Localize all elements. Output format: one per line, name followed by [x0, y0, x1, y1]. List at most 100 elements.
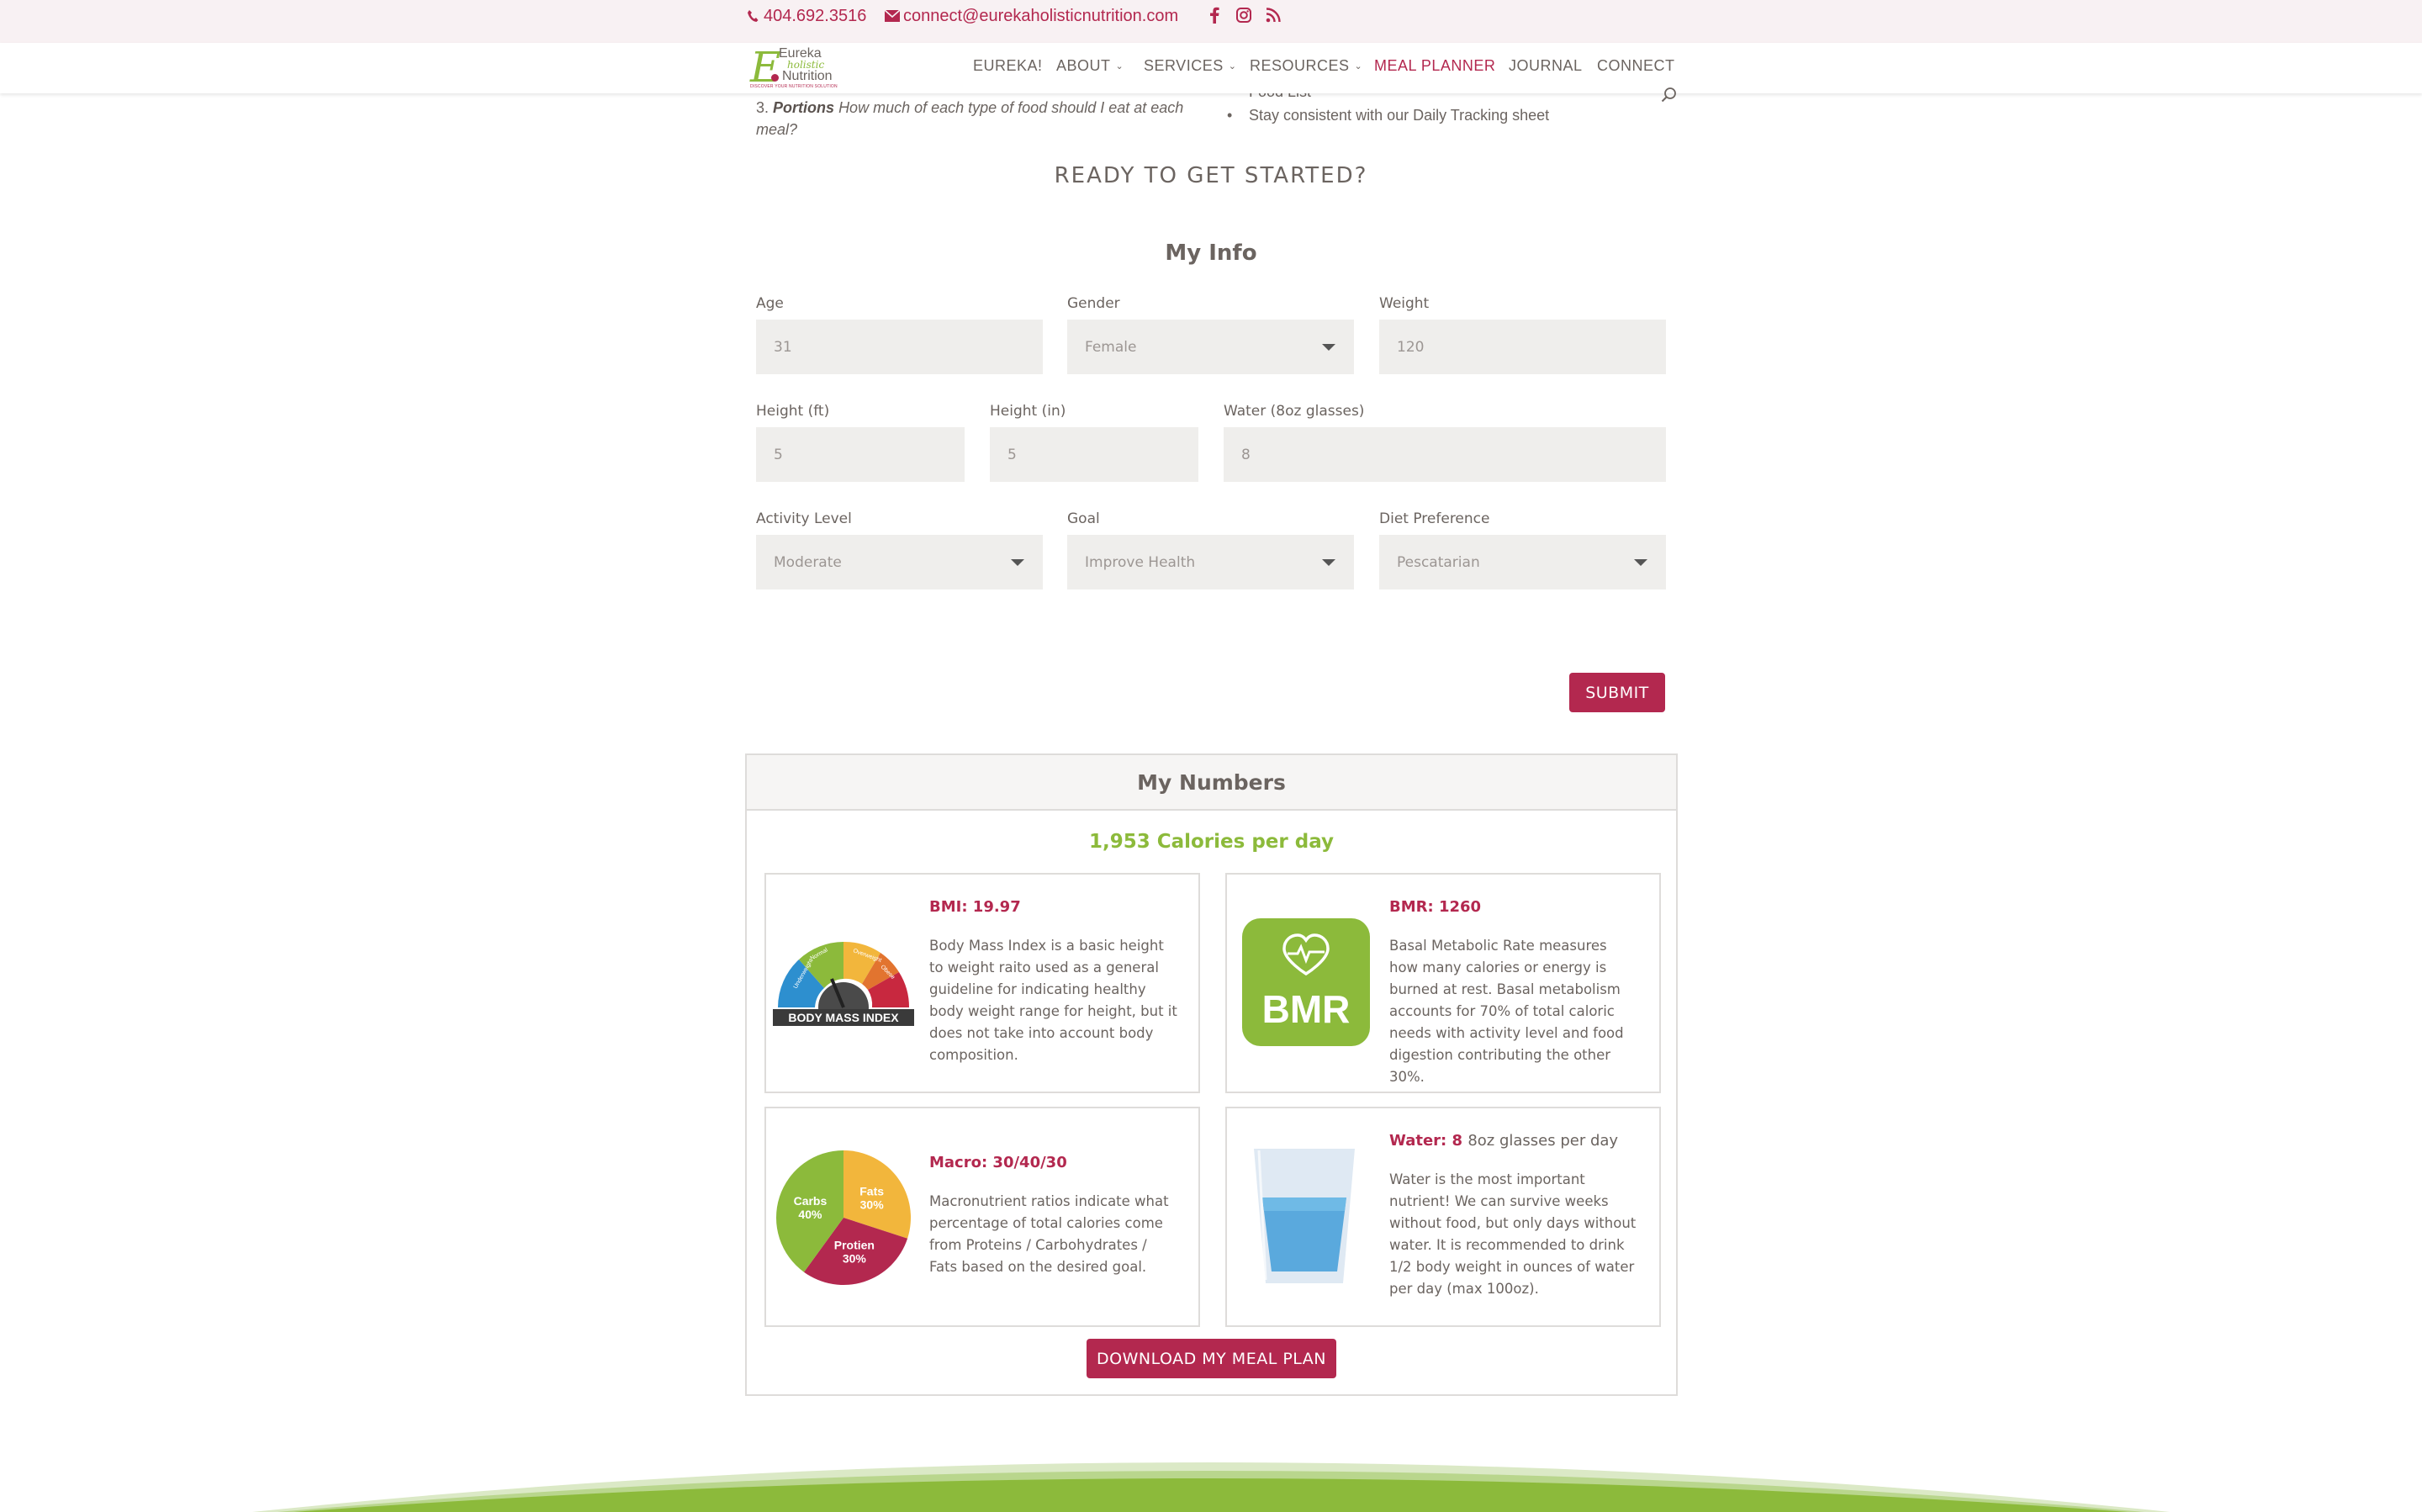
nav-label: EUREKA! — [973, 56, 1043, 74]
envelope-icon — [885, 8, 900, 24]
bmr-card: BMR BMR: 1260 Basal Metabolic Rate measu… — [1225, 873, 1661, 1093]
my-info-title: My Info — [1165, 241, 1257, 266]
download-meal-plan-button[interactable]: DOWNLOAD MY MEAL PLAN — [1087, 1339, 1336, 1378]
pie-label-carbs: Carbs — [794, 1194, 828, 1208]
nav-label: CONNECT — [1597, 56, 1675, 74]
bmi-gauge-image: Underweight Normal Overweight Obese BODY… — [773, 935, 914, 1033]
weight-value: 120 — [1397, 338, 1425, 356]
goal-value: Improve Health — [1085, 553, 1196, 571]
gender-label: Gender — [1067, 295, 1120, 312]
caret-down-icon — [1634, 559, 1647, 566]
my-numbers-title: My Numbers — [747, 755, 1676, 811]
water-glass-icon — [1251, 1145, 1358, 1287]
age-label: Age — [756, 295, 784, 312]
nav-journal[interactable]: JOURNAL — [1509, 56, 1583, 76]
bmr-title: BMR: 1260 — [1389, 898, 1482, 916]
bullet-dot: • — [1227, 107, 1233, 124]
height-ft-value: 5 — [774, 446, 783, 463]
bmi-text: Body Mass Index is a basic height to wei… — [929, 938, 1177, 1063]
bmr-icon: BMR — [1242, 918, 1370, 1046]
height-in-label: Height (in) — [990, 403, 1066, 420]
rss-icon[interactable] — [1265, 7, 1282, 24]
site-header: E Eureka holistic Nutrition DISCOVER YOU… — [0, 43, 2422, 93]
height-ft-label: Height (ft) — [756, 403, 830, 420]
facebook-icon[interactable] — [1206, 7, 1223, 24]
macro-pie-chart: Fats 30% Protien 30% Carbs 40% — [773, 1147, 914, 1288]
water-text: Water is the most important nutrient! We… — [1389, 1171, 1637, 1297]
email-link[interactable]: connect@eurekaholisticnutrition.com — [885, 7, 1178, 25]
nav-label: ABOUT — [1056, 56, 1111, 74]
logo-dot — [771, 74, 779, 82]
calories-per-day: 1,953 Calories per day — [1088, 831, 1335, 853]
caret-down-icon — [1322, 344, 1335, 351]
bmr-icon-text: BMR — [1262, 987, 1351, 1031]
intro-bullet: • Stay consistent with our Daily Trackin… — [1227, 104, 1549, 126]
intro-bullet-text: Stay consistent with our Daily Tracking … — [1249, 107, 1550, 124]
diet-label: Diet Preference — [1379, 510, 1490, 527]
nav-eureka[interactable]: EUREKA! — [973, 56, 1043, 76]
bmi-gauge-label: BODY MASS INDEX — [788, 1011, 899, 1024]
weight-label: Weight — [1379, 295, 1430, 312]
height-in-value: 5 — [1007, 446, 1017, 463]
bmr-text: Basal Metabolic Rate measures how many c… — [1389, 938, 1624, 1085]
footer-wave — [0, 1430, 2422, 1512]
ready-heading: READY TO GET STARTED? — [1054, 163, 1368, 188]
activity-select[interactable]: Moderate — [756, 535, 1043, 589]
diet-value: Pescatarian — [1397, 553, 1480, 571]
water-value: 8 — [1241, 446, 1251, 463]
age-input[interactable]: 31 — [756, 320, 1043, 374]
bmi-title: BMI: 19.97 — [929, 898, 1021, 916]
email-address: connect@eurekaholisticnutrition.com — [903, 6, 1179, 25]
chevron-down-icon: ⌄ — [1354, 61, 1363, 71]
weight-input[interactable]: 120 — [1379, 320, 1666, 374]
water-input[interactable]: 8 — [1224, 427, 1666, 482]
macro-card: Fats 30% Protien 30% Carbs 40% Macro: 30/40/3… — [764, 1107, 1200, 1327]
gender-select[interactable]: Female — [1067, 320, 1354, 374]
activity-value: Moderate — [774, 553, 842, 571]
water-title-rest: 8oz glasses per day — [1467, 1132, 1619, 1150]
nav-connect[interactable]: CONNECT — [1597, 56, 1675, 76]
caret-down-icon — [1011, 559, 1024, 566]
phone-icon — [745, 8, 760, 24]
nav-label: RESOURCES — [1250, 56, 1350, 74]
nav-label: JOURNAL — [1509, 56, 1583, 74]
pie-pct-protien: 30% — [843, 1252, 867, 1266]
logo-nutrition: Nutrition — [782, 69, 833, 83]
age-value: 31 — [774, 338, 792, 356]
instagram-icon[interactable] — [1235, 7, 1252, 24]
nav-about[interactable]: ABOUT ⌄ — [1056, 56, 1124, 76]
nav-meal-planner[interactable]: MEAL PLANNER — [1374, 56, 1495, 76]
search-icon[interactable] — [1661, 87, 1678, 103]
height-ft-input[interactable]: 5 — [756, 427, 965, 482]
intro-bold: Portions — [773, 99, 835, 116]
bmi-card: Underweight Normal Overweight Obese BODY… — [764, 873, 1200, 1093]
goal-select[interactable]: Improve Health — [1067, 535, 1354, 589]
water-label: Water (8oz glasses) — [1224, 403, 1365, 420]
height-in-input[interactable]: 5 — [990, 427, 1198, 482]
submit-button[interactable]: SUBMIT — [1569, 673, 1665, 712]
phone-number: 404.692.3516 — [764, 6, 867, 25]
logo-tagline: DISCOVER YOUR NUTRITION SOLUTION — [750, 84, 838, 89]
goal-label: Goal — [1067, 510, 1100, 527]
nav-label: SERVICES — [1144, 56, 1224, 74]
site-logo[interactable]: E Eureka holistic Nutrition DISCOVER YOU… — [750, 45, 849, 90]
chevron-down-icon: ⌄ — [1115, 61, 1124, 71]
pie-pct-carbs: 40% — [798, 1208, 822, 1221]
nav-services[interactable]: SERVICES ⌄ — [1144, 56, 1236, 76]
top-bar: 404.692.3516 connect@eurekaholisticnutri… — [0, 0, 2422, 43]
macro-text: Macronutrient ratios indicate what perce… — [929, 1193, 1169, 1275]
activity-label: Activity Level — [756, 510, 852, 527]
caret-down-icon — [1322, 559, 1335, 566]
pie-label-protien: Protien — [834, 1239, 875, 1252]
intro-portions: 3. Portions How much of each type of foo… — [756, 97, 1193, 140]
intro-number: 3. — [756, 99, 769, 116]
phone-link[interactable]: 404.692.3516 — [745, 7, 866, 25]
my-numbers-panel: My Numbers 1,953 Calories per day Underw… — [745, 753, 1678, 1396]
gender-value: Female — [1085, 338, 1137, 356]
nav-resources[interactable]: RESOURCES ⌄ — [1250, 56, 1362, 76]
water-title: Water: 8 8oz glasses per day — [1389, 1132, 1618, 1150]
pie-pct-fats: 30% — [860, 1198, 885, 1212]
logo-letter-e: E — [750, 43, 781, 92]
water-title-bold: Water: 8 — [1389, 1132, 1463, 1150]
diet-select[interactable]: Pescatarian — [1379, 535, 1666, 589]
